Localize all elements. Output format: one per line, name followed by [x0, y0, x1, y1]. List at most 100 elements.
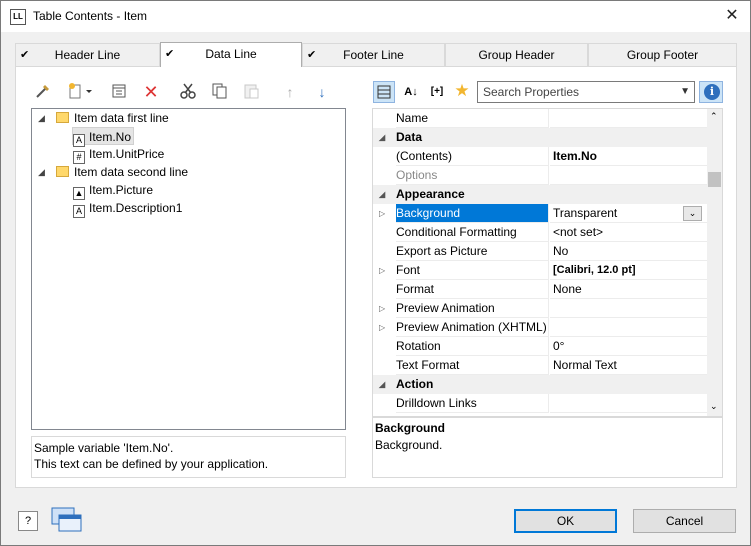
- property-value[interactable]: Item.No: [550, 147, 708, 166]
- tree-label: Item data first line: [74, 111, 169, 125]
- expand-icon[interactable]: ▷: [379, 261, 385, 280]
- tab-label: Header Line: [54, 48, 121, 62]
- tab-strip: ✔ Header Line ✔ Data Line ✔ Footer Line Gro…: [15, 42, 737, 67]
- property-grid[interactable]: Name ◢ Data (Contents) Item.No Options ◢ Ap…: [372, 108, 723, 417]
- property-value[interactable]: [Calibri, 12.0 pt]: [550, 261, 708, 280]
- tree-item[interactable]: # Item.UnitPrice: [73, 145, 165, 164]
- property-row[interactable]: Conditional Formatting <not set>: [373, 223, 708, 242]
- tab-footer-line[interactable]: ✔ Footer Line: [302, 43, 445, 67]
- property-row[interactable]: Options: [373, 166, 708, 185]
- cancel-button[interactable]: Cancel: [633, 509, 736, 533]
- move-up-icon[interactable]: ↑: [280, 82, 300, 102]
- property-row[interactable]: (Contents) Item.No: [373, 147, 708, 166]
- info-button[interactable]: i: [699, 81, 723, 103]
- collapse-icon[interactable]: ◢: [38, 163, 48, 181]
- chevron-down-icon[interactable]: ▼: [680, 82, 690, 102]
- tree-label: Item.No: [89, 130, 132, 144]
- tab-label: Group Footer: [626, 48, 699, 62]
- property-row-selected[interactable]: ▷ Background Transparent ⌄: [373, 204, 708, 223]
- info-icon: i: [704, 84, 720, 100]
- expand-icon[interactable]: ▷: [379, 318, 385, 337]
- tree-label: Item.UnitPrice: [89, 147, 165, 161]
- property-row[interactable]: ▷ Font [Calibri, 12.0 pt]: [373, 261, 708, 280]
- tab-label: Footer Line: [343, 48, 404, 62]
- property-category[interactable]: ◢ Data: [373, 128, 708, 147]
- sort-alphabetical-icon[interactable]: A↓: [401, 82, 421, 102]
- properties-icon[interactable]: [109, 82, 129, 102]
- property-value[interactable]: <not set>: [550, 223, 708, 242]
- check-icon: ✔: [165, 48, 175, 60]
- expand-icon[interactable]: ▷: [379, 299, 385, 318]
- category-label: Action: [396, 377, 434, 391]
- property-category[interactable]: ◢ Appearance: [373, 185, 708, 204]
- property-value[interactable]: Normal Text: [550, 356, 708, 375]
- move-down-icon[interactable]: ↓: [312, 82, 332, 102]
- property-row[interactable]: Name: [373, 109, 708, 128]
- tree-folder[interactable]: Item data first line: [56, 109, 169, 127]
- property-category[interactable]: ◢ Action: [373, 375, 708, 394]
- collapse-icon[interactable]: ◢: [38, 109, 48, 127]
- property-name: Text Format: [396, 356, 549, 375]
- property-row[interactable]: ▷ Preview Animation (XHTML): [373, 318, 708, 337]
- scroll-up-icon[interactable]: ⌃: [710, 111, 718, 122]
- property-row[interactable]: Text Format Normal Text: [373, 356, 708, 375]
- close-icon[interactable]: ✕: [719, 4, 745, 28]
- property-value[interactable]: 0°: [550, 337, 708, 356]
- tab-label: Data Line: [205, 47, 257, 61]
- window-mode-icon[interactable]: [51, 507, 83, 536]
- tab-group-header[interactable]: Group Header: [445, 43, 588, 67]
- collapse-icon[interactable]: ◢: [379, 185, 385, 204]
- expand-all-icon[interactable]: [+]: [426, 82, 448, 102]
- category-label: Appearance: [396, 187, 465, 201]
- property-value[interactable]: [550, 166, 708, 185]
- tab-data-line[interactable]: ✔ Data Line: [160, 42, 302, 67]
- property-row[interactable]: Drilldown Links: [373, 394, 708, 413]
- tab-group-footer[interactable]: Group Footer: [588, 43, 737, 67]
- help-icon[interactable]: ?: [18, 511, 38, 531]
- collapse-icon[interactable]: ◢: [379, 375, 385, 394]
- tree-item-selected[interactable]: A Item.No: [72, 127, 135, 147]
- expand-icon[interactable]: ▷: [379, 204, 385, 223]
- property-row[interactable]: Format None: [373, 280, 708, 299]
- property-value[interactable]: [550, 394, 708, 413]
- property-row[interactable]: Rotation 0°: [373, 337, 708, 356]
- property-row[interactable]: Export as Picture No: [373, 242, 708, 261]
- tree-item[interactable]: A Item.Description1: [73, 199, 182, 218]
- property-value[interactable]: [550, 299, 708, 318]
- cut-icon[interactable]: [178, 82, 198, 102]
- insert-dropdown-icon[interactable]: [65, 82, 95, 102]
- collapse-icon[interactable]: ◢: [379, 128, 385, 147]
- property-name: Preview Animation: [396, 299, 549, 318]
- property-value[interactable]: None: [550, 280, 708, 299]
- tree-item[interactable]: ▲ Item.Picture: [73, 181, 153, 200]
- chevron-down-icon[interactable]: ⌄: [683, 206, 702, 221]
- tree-folder[interactable]: Item data second line: [56, 163, 188, 181]
- property-scrollbar[interactable]: ⌃ ⌄: [707, 109, 722, 416]
- property-row[interactable]: ▷ Preview Animation: [373, 299, 708, 318]
- search-properties-input[interactable]: Search Properties ▼: [477, 81, 695, 103]
- property-name: Font: [396, 261, 549, 280]
- delete-icon[interactable]: ✕: [141, 82, 161, 102]
- property-name: (Contents): [396, 147, 549, 166]
- dialog-window: LL Table Contents - Item ✕ ✔ Header Line …: [0, 0, 751, 546]
- category-label: Data: [396, 130, 423, 144]
- favorites-star-icon[interactable]: ★: [452, 81, 472, 101]
- tab-header-line[interactable]: ✔ Header Line: [15, 43, 160, 67]
- property-name: Background: [396, 204, 549, 223]
- paste-icon[interactable]: [241, 82, 261, 102]
- property-value[interactable]: [550, 109, 708, 128]
- property-value[interactable]: No: [550, 242, 708, 261]
- field-tree[interactable]: ◢ Item data first line A Item.No # Item.Un…: [31, 108, 346, 430]
- ok-button[interactable]: OK: [514, 509, 617, 533]
- property-description: Background Background.: [372, 417, 723, 478]
- wizard-icon[interactable]: [33, 82, 53, 102]
- text-field-icon: A: [73, 205, 85, 218]
- categorized-view-button[interactable]: [373, 81, 395, 103]
- copy-icon[interactable]: [209, 82, 229, 102]
- scroll-down-icon[interactable]: ⌄: [710, 401, 718, 412]
- property-value[interactable]: [550, 318, 708, 337]
- description-line: This text can be defined by your applica…: [34, 457, 269, 471]
- tab-label: Group Header: [478, 48, 555, 62]
- scrollbar-thumb[interactable]: [708, 172, 721, 187]
- folder-icon: [56, 166, 69, 177]
